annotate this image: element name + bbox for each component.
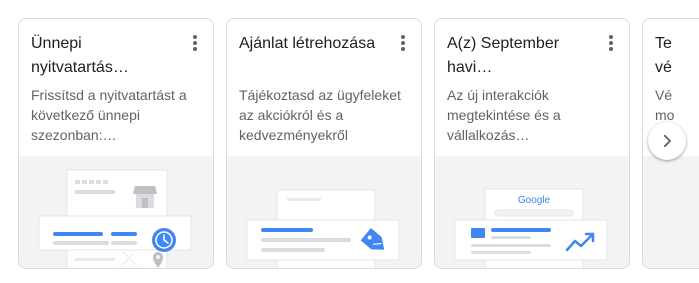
card-description: Az új interakciók megtekintése és a váll… (447, 87, 561, 143)
more-options-icon[interactable] (187, 33, 203, 53)
card-illustration: Google (435, 156, 629, 268)
post-suggestion-card-holiday-hours[interactable]: Ünnepi nyitvatartás… Frissítsd a nyitvat… (18, 18, 214, 269)
clock-icon (152, 228, 176, 252)
carousel-next-button[interactable] (648, 122, 686, 160)
card-title: Ajánlat létrehozása (239, 35, 376, 52)
more-options-icon[interactable] (395, 33, 411, 53)
storefront-icon (133, 186, 157, 208)
card-illustration (227, 156, 421, 268)
card-description: Vé mo (655, 87, 675, 123)
chevron-right-icon (663, 134, 671, 148)
more-options-icon[interactable] (603, 33, 619, 53)
card-description: Tájékoztasd az ügyfeleket az akciókról é… (239, 87, 401, 143)
google-logo: Google (518, 195, 551, 206)
post-suggestion-card-create-offer[interactable]: Ajánlat létrehozása Tájékoztasd az ügyfe… (226, 18, 422, 269)
card-title: Ünnepi nyitvatartás… (31, 35, 129, 76)
suggestion-carousel: Ünnepi nyitvatartás… Frissítsd a nyitvat… (0, 0, 699, 283)
card-description: Frissítsd a nyitvatartást a következő ün… (31, 87, 187, 143)
card-title: Te vé (655, 35, 672, 76)
post-suggestion-card-monthly-insights[interactable]: A(z) September havi… Az új interakciók m… (434, 18, 630, 269)
card-title: A(z) September havi… (447, 35, 560, 76)
card-illustration (643, 156, 699, 268)
card-illustration (19, 156, 213, 268)
